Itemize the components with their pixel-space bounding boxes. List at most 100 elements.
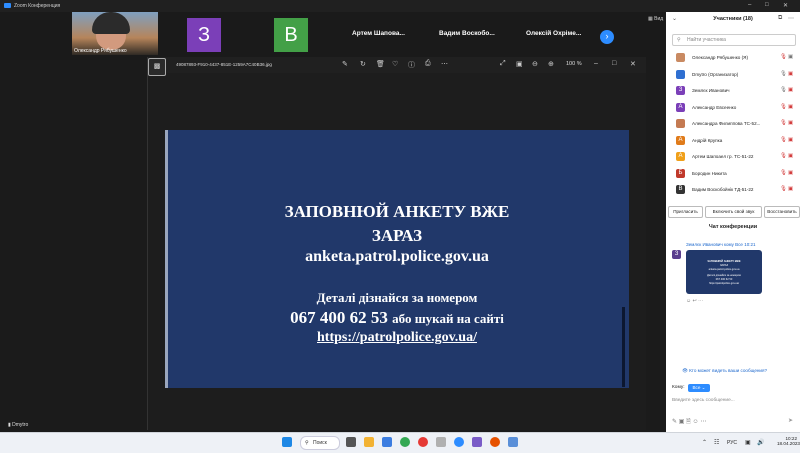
favorite-icon[interactable]: ♡ — [392, 60, 398, 68]
delete-icon[interactable]: 🗑 — [376, 60, 385, 68]
video-tile[interactable]: Олександр Рябушенко — [72, 12, 158, 55]
camera-off-icon[interactable]: ▣ — [788, 137, 793, 143]
screenshot-icon[interactable]: ▣ — [679, 419, 685, 425]
participant-row[interactable]: A Александр Евсеенко 🎙 ▣ — [672, 102, 796, 114]
mic-muted-icon[interactable]: 🎙 — [780, 137, 787, 143]
chrome-icon[interactable] — [400, 437, 410, 447]
mic-icon[interactable]: 🎙 — [780, 71, 787, 77]
mic-muted-icon[interactable]: 🎙 — [780, 104, 787, 110]
collapse-icon[interactable]: ⌄ — [672, 15, 677, 22]
viewer-back-button[interactable]: ▩ — [148, 58, 166, 76]
popout-icon[interactable]: ⧉ — [778, 15, 782, 22]
print-icon[interactable]: ⎙ — [425, 60, 431, 68]
reaction-icons[interactable]: ☺ ↩ ⋯ — [686, 298, 703, 304]
avatar-tile-z[interactable]: З — [187, 18, 221, 52]
mic-muted-icon[interactable]: 🎙 — [780, 153, 787, 159]
network-icon[interactable]: ▣ — [745, 439, 751, 446]
recipient-label: Кому: — [672, 385, 685, 390]
camera-off-icon[interactable]: ▣ — [788, 104, 793, 110]
who-can-see-link[interactable]: 👁 Кто может видеть ваши сообщения? — [682, 368, 767, 374]
mic-muted-icon[interactable]: 🎙 — [780, 186, 787, 192]
chat-image-thumbnail[interactable]: ЗАПОВНЮЙ АНКЕТУ ВЖЕ ЗАРАЗ anketa.patrol.… — [686, 250, 762, 294]
wifi-icon[interactable]: ☷ — [714, 439, 719, 446]
emoji-icon[interactable]: ☺ — [693, 419, 699, 425]
info-icon[interactable]: ⓘ — [408, 60, 415, 70]
participant-row[interactable]: Александра Филиппова ТС-52... 🎙 ▣ — [672, 118, 796, 130]
mic-muted-icon[interactable]: 🎙 — [780, 54, 787, 60]
file-explorer-icon[interactable] — [364, 437, 374, 447]
participant-avatar: A — [676, 102, 685, 112]
language-indicator[interactable]: РУС — [727, 440, 737, 446]
unmute-self-button[interactable]: Включить свой звук — [705, 206, 762, 218]
taskbar-search[interactable]: Поиск ⚲ — [300, 436, 340, 450]
participant-row[interactable]: Олександр Рябушенко (Я) 🎙 ▣ — [672, 52, 796, 64]
search-icon: ⚲ — [305, 440, 309, 446]
windows-taskbar: Поиск ⚲ ⌃ ☷ РУС ▣ 🔊 10:22 18.04.2023 — [0, 432, 800, 453]
participant-avatar — [676, 53, 685, 62]
camera-off-icon[interactable]: ▣ — [788, 71, 793, 77]
camera-off-icon[interactable]: ▣ — [788, 120, 793, 126]
media-icon[interactable] — [490, 437, 500, 447]
viewer-minimize-icon[interactable]: – — [594, 60, 598, 67]
mic-muted-icon[interactable]: 🎙 — [780, 120, 787, 126]
fullscreen-icon[interactable]: ⤢ — [500, 60, 506, 68]
fit-icon[interactable]: ▣ — [516, 60, 523, 68]
camera-off-icon[interactable]: ▣ — [788, 153, 793, 159]
viewer-maximize-icon[interactable]: □ — [612, 60, 616, 67]
restore-button[interactable]: Восстановить — [764, 206, 800, 218]
slide-line-3: anketa.patrol.police.gov.ua — [305, 248, 489, 265]
participant-row[interactable]: A Артем Шапоаел гр. ТС-51-22 🎙 ▣ — [672, 151, 796, 163]
viewer-close-icon[interactable]: ✕ — [630, 60, 636, 68]
camera-off-icon[interactable]: ▣ — [788, 186, 793, 192]
chat-more-icon[interactable]: ⋯ — [700, 419, 706, 425]
format-icon[interactable]: ✎ — [672, 419, 677, 425]
participant-row[interactable]: В Вадим Воскобойнік ТД-51-22 🎙 ▣ — [672, 184, 796, 196]
more-icon[interactable]: ⋯ — [441, 60, 448, 68]
rotate-icon[interactable]: ↻ — [360, 60, 366, 68]
chat-input[interactable]: Введите здесь сообщение... — [672, 398, 792, 403]
zoom-out-icon[interactable]: ⊖ — [532, 60, 538, 68]
zoom-taskbar-icon[interactable] — [454, 437, 464, 447]
photos-icon[interactable] — [508, 437, 518, 447]
participant-avatar — [676, 119, 685, 128]
minimize-icon[interactable]: – — [748, 2, 751, 8]
send-icon[interactable]: ➤ — [788, 417, 793, 424]
invite-button[interactable]: Пригласить — [668, 206, 703, 218]
avatar-tile-v[interactable]: В — [274, 18, 308, 52]
file-icon[interactable]: 🗎 — [686, 419, 691, 425]
camera-off-icon[interactable]: ▣ — [788, 170, 793, 176]
store-icon[interactable] — [382, 437, 392, 447]
gallery-name-tile[interactable]: Артем Шапова... — [352, 30, 405, 37]
chat-title: Чат конференции — [708, 224, 758, 230]
next-page-button[interactable]: › — [600, 30, 614, 44]
panel-more-icon[interactable]: ⋯ — [788, 15, 794, 22]
zoom-in-icon[interactable]: ⊕ — [548, 60, 554, 68]
start-icon[interactable] — [282, 437, 292, 447]
mic-muted-icon[interactable]: 🎙 — [780, 170, 787, 176]
teams-icon[interactable] — [472, 437, 482, 447]
volume-icon[interactable]: 🔊 — [757, 439, 764, 446]
close-icon[interactable]: ✕ — [783, 2, 788, 9]
app-icon[interactable] — [436, 437, 446, 447]
gallery-name-tile[interactable]: Олексій Охріме... — [526, 30, 581, 37]
opera-icon[interactable] — [418, 437, 428, 447]
recipient-select[interactable]: Все ⌄ — [688, 384, 710, 392]
chat-sender-line: Землєк Иванович кому Все 10:21 — [686, 242, 756, 247]
participant-name: Артем Шапоаел гр. ТС-51-22 — [692, 154, 754, 159]
clock[interactable]: 10:22 18.04.2023 — [777, 436, 800, 446]
mic-icon[interactable]: 🎙 — [780, 87, 787, 93]
participant-search-input[interactable]: Найти участника ⚲ — [672, 34, 796, 46]
participant-row[interactable]: З Землєк Иванович 🎙 ▣ — [672, 85, 796, 97]
thumb-line-1: ЗАПОВНЮЙ АНКЕТУ ВЖЕ — [707, 260, 741, 263]
camera-off-icon[interactable]: ▣ — [788, 87, 793, 93]
participant-row[interactable]: Б Бородин Никита 🎙 ▣ — [672, 168, 796, 180]
camera-icon[interactable]: ▣ — [788, 54, 793, 60]
tray-chevron-icon[interactable]: ⌃ — [702, 439, 707, 446]
task-view-icon[interactable] — [346, 437, 356, 447]
view-button[interactable]: ▦ Вид — [648, 16, 663, 22]
participant-row[interactable]: A Андрій Крупка 🎙 ▣ — [672, 135, 796, 147]
participant-row[interactable]: Dmytro (Организатор) 🎙 ▣ — [672, 69, 796, 81]
maximize-icon[interactable]: □ — [765, 2, 769, 8]
gallery-name-tile[interactable]: Вадим Воскобо... — [439, 30, 495, 37]
edit-icon[interactable]: ✎ — [342, 60, 348, 68]
